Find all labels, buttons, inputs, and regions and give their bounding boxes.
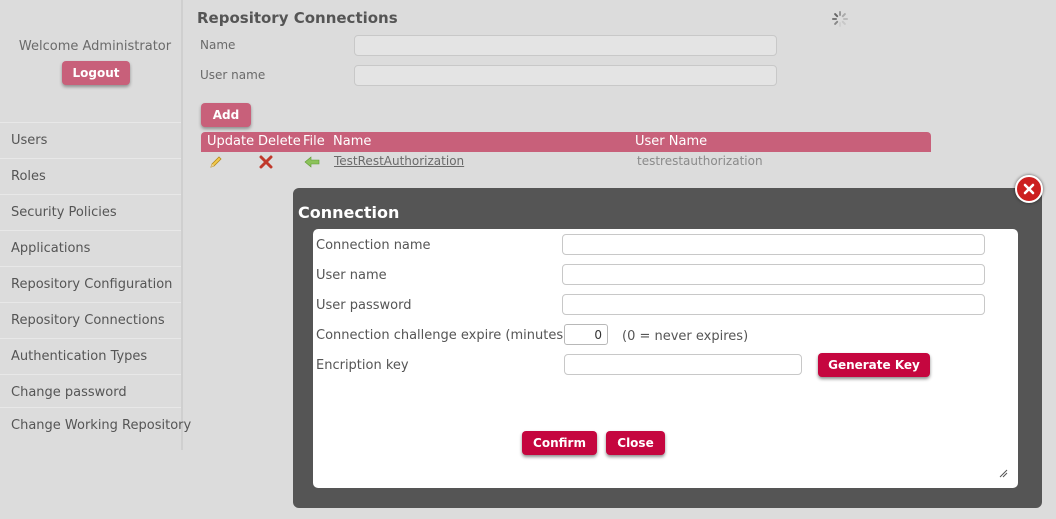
user-name-input[interactable] [562, 264, 985, 285]
table-row: TestRestAuthorization testrestauthorizat… [201, 152, 931, 172]
page-title: Repository Connections [197, 9, 398, 27]
name-filter-label: Name [200, 38, 236, 52]
connection-name-label: Connection name [316, 238, 431, 253]
resize-handle-icon[interactable] [999, 469, 1008, 478]
user-name-label: User name [316, 268, 387, 283]
expire-hint: (0 = never expires) [622, 329, 749, 344]
sidebar-item-repository-connections[interactable]: Repository Connections [0, 302, 181, 337]
column-header-update: Update [207, 134, 255, 149]
welcome-text: Welcome Administrator [18, 39, 172, 54]
user-password-label: User password [316, 298, 412, 313]
dialog-body: Connection name User name User password … [313, 229, 1018, 488]
logout-button[interactable]: Logout [62, 61, 130, 85]
column-header-delete: Delete [258, 134, 301, 149]
sidebar-item-change-password[interactable]: Change password [0, 374, 181, 409]
add-button[interactable]: Add [201, 103, 251, 127]
username-filter-input[interactable] [354, 65, 777, 86]
pencil-icon[interactable] [209, 155, 223, 169]
sidebar-item-applications[interactable]: Applications [0, 230, 181, 265]
column-header-user-name: User Name [635, 134, 708, 149]
sidebar: Welcome Administrator Logout Users Roles… [0, 0, 191, 450]
connection-name-input[interactable] [562, 234, 985, 255]
connection-user-name: testrestauthorization [637, 154, 763, 168]
column-header-file: File [303, 134, 325, 149]
dialog-title: Connection [298, 203, 400, 222]
x-icon[interactable] [259, 155, 273, 169]
connection-dialog: Connection Connection name User name Use… [293, 175, 1043, 508]
sidebar-item-users[interactable]: Users [0, 122, 181, 157]
user-password-input[interactable] [562, 294, 985, 315]
expire-label: Connection challenge expire (minutes) [316, 328, 569, 343]
expire-minutes-input[interactable]: 0 [564, 324, 608, 345]
arrow-left-icon[interactable] [304, 155, 320, 169]
spinner-icon [832, 11, 848, 27]
sidebar-item-repository-configuration[interactable]: Repository Configuration [0, 266, 181, 301]
close-button[interactable]: Close [606, 431, 665, 455]
encryption-key-label: Encription key [316, 358, 409, 373]
sidebar-item-roles[interactable]: Roles [0, 158, 181, 193]
connection-name-link[interactable]: TestRestAuthorization [334, 154, 464, 168]
close-icon[interactable] [1015, 175, 1043, 203]
generate-key-button[interactable]: Generate Key [818, 353, 930, 377]
sidebar-item-authentication-types[interactable]: Authentication Types [0, 338, 181, 373]
sidebar-item-security-policies[interactable]: Security Policies [0, 194, 181, 229]
username-filter-label: User name [200, 68, 266, 82]
table-header: Update Delete File Name User Name [201, 132, 931, 152]
name-filter-input[interactable] [354, 35, 777, 56]
encryption-key-input[interactable] [564, 354, 802, 375]
column-header-name: Name [333, 134, 372, 149]
sidebar-item-change-working-repository[interactable]: Change Working Repository [0, 407, 191, 442]
confirm-button[interactable]: Confirm [522, 431, 597, 455]
